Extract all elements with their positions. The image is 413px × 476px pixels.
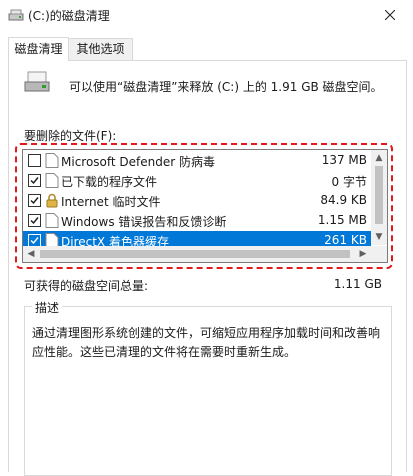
- close-button[interactable]: [367, 0, 413, 30]
- close-icon: [385, 10, 395, 20]
- scroll-up-icon[interactable]: ▲: [371, 150, 387, 166]
- list-item[interactable]: 已下载的程序文件 0 字节: [23, 171, 371, 191]
- file-size: 137 MB: [321, 153, 367, 167]
- files-list[interactable]: Microsoft Defender 防病毒 137 MB 已下载的程序文件 0…: [22, 149, 388, 263]
- horizontal-scrollbar[interactable]: ◀ ▶: [23, 246, 371, 262]
- total-space-value: 1.11 GB: [333, 277, 382, 291]
- file-name: Windows 错误报告和反馈诊断: [61, 215, 227, 229]
- scroll-down-icon[interactable]: ▼: [371, 229, 387, 245]
- disk-cleanup-window: (C:)的磁盘清理 磁盘清理 其他选项 可以使用“磁盘清理”来释放 (C:) 上…: [0, 0, 413, 476]
- scroll-right-icon[interactable]: ▶: [355, 246, 371, 262]
- header-summary: 可以使用“磁盘清理”来释放 (C:) 上的 1.91 GB 磁盘空间。: [69, 80, 383, 94]
- vertical-scroll-thumb[interactable]: [375, 166, 383, 224]
- checkbox-checked[interactable]: [28, 214, 41, 227]
- file-icon: [45, 153, 59, 168]
- checkbox-checked[interactable]: [28, 194, 41, 207]
- window-title: (C:)的磁盘清理: [28, 9, 110, 23]
- lock-icon: [45, 193, 59, 208]
- file-icon: [45, 213, 59, 228]
- list-item[interactable]: Internet 临时文件 84.9 KB: [23, 191, 371, 211]
- title-bar[interactable]: (C:)的磁盘清理: [0, 0, 413, 30]
- tab-disk-cleanup[interactable]: 磁盘清理: [8, 37, 69, 61]
- disk-cleanup-app-icon: [8, 8, 24, 22]
- file-name: 已下载的程序文件: [61, 175, 158, 189]
- file-name: Internet 临时文件: [61, 195, 161, 209]
- checkbox-unchecked[interactable]: [28, 154, 41, 167]
- description-text: 通过清理图形系统创建的文件，可缩短应用程序加载时间和改善响应性能。这些已清理的文…: [32, 326, 381, 359]
- tab-more-options[interactable]: 其他选项: [68, 38, 133, 60]
- vertical-scrollbar[interactable]: ▲ ▼: [371, 150, 387, 245]
- list-item[interactable]: Microsoft Defender 防病毒 137 MB: [23, 151, 371, 171]
- total-space-label: 可获得的磁盘空间总量:: [24, 279, 149, 293]
- files-to-delete-label: 要删除的文件(F):: [24, 129, 117, 143]
- file-size: 84.9 KB: [320, 193, 367, 207]
- file-size: 0 字节: [331, 175, 367, 189]
- checkbox-checked[interactable]: [28, 174, 41, 187]
- scrollbar-corner: [371, 246, 387, 262]
- drive-icon: [24, 70, 50, 94]
- file-size: 1.15 MB: [317, 213, 367, 227]
- list-item[interactable]: Windows 错误报告和反馈诊断 1.15 MB: [23, 211, 371, 231]
- horizontal-scroll-thumb[interactable]: [40, 250, 350, 258]
- folder-icon: [45, 173, 59, 188]
- description-label: 描述: [32, 299, 63, 316]
- file-name: Microsoft Defender 防病毒: [61, 155, 216, 169]
- scroll-left-icon[interactable]: ◀: [23, 246, 39, 262]
- file-size: 261 KB: [324, 233, 367, 247]
